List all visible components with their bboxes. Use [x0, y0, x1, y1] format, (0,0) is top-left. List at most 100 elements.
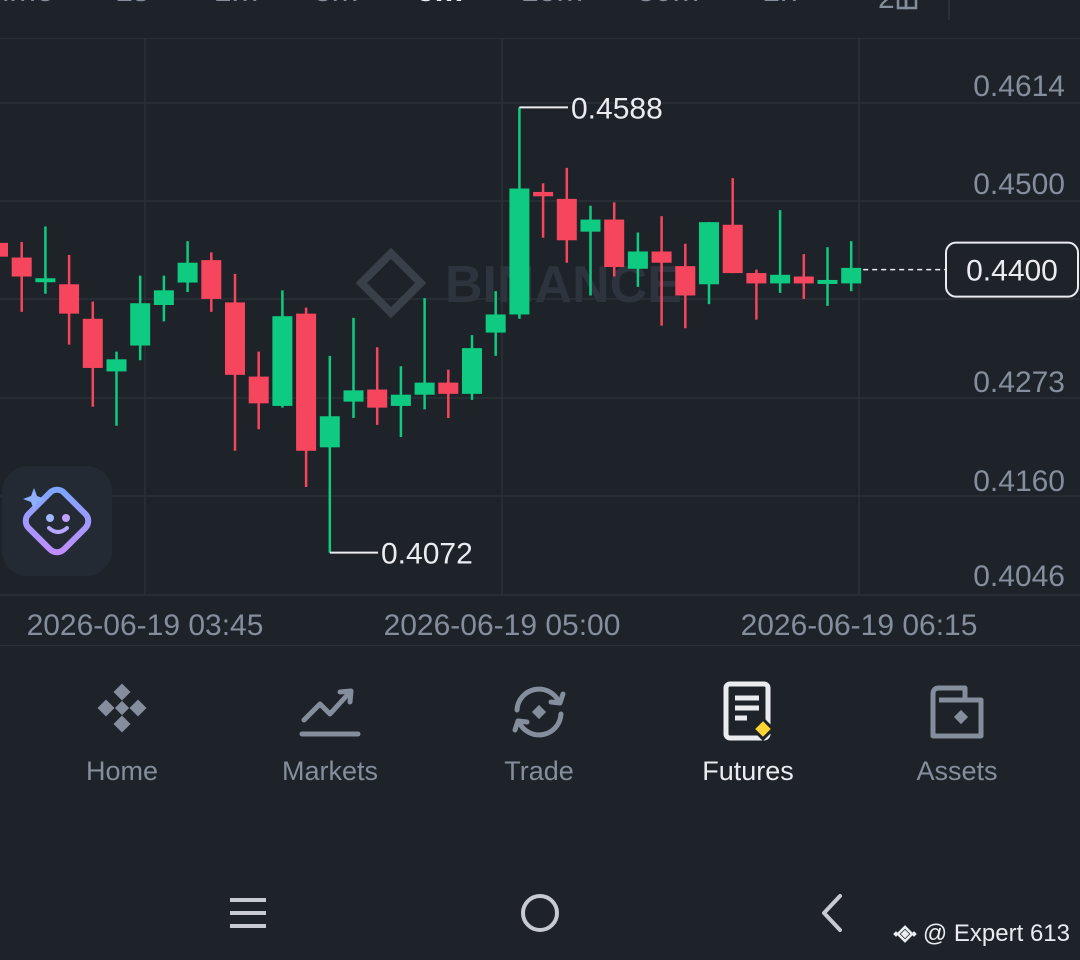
candle-body — [817, 279, 838, 284]
nav-futures[interactable]: Futures — [668, 680, 828, 800]
chart-divider — [0, 645, 1080, 646]
ai-assistant-button[interactable] — [2, 466, 112, 576]
y-tick-label: 0.4614 — [973, 70, 1065, 103]
candle — [35, 226, 56, 294]
candle — [130, 275, 151, 361]
tab-1h[interactable]: 1h — [762, 0, 798, 9]
candle — [438, 369, 459, 418]
back-arrow-icon[interactable] — [802, 880, 862, 940]
candle-body — [11, 257, 32, 277]
x-tick-label: 2026-06-19 06:15 — [741, 609, 978, 642]
candle — [153, 275, 174, 322]
candle-body — [177, 262, 198, 283]
candle-body — [793, 276, 814, 284]
candle-body — [651, 251, 672, 263]
nav-markets[interactable]: Markets — [250, 680, 410, 800]
nav-assets[interactable]: Assets — [877, 680, 1037, 800]
candlestick-chart[interactable]: BINANCE 0.46140.45000.42730.41600.4046 2… — [0, 0, 1080, 645]
timeframe-tabs: ime 1s 1m 3m 5m 15m 30m 1h 2 — [0, 0, 1080, 39]
candle-body — [841, 267, 862, 284]
chart-trend-icon — [299, 688, 361, 737]
trade-swap-icon — [512, 686, 566, 738]
candle-body — [343, 390, 364, 402]
tab-3m[interactable]: 3m — [314, 0, 358, 9]
y-tick-label: 0.4160 — [973, 465, 1065, 498]
candle — [319, 355, 340, 553]
binance-logo-icon — [893, 925, 917, 943]
nav-label-home: Home — [85, 756, 159, 786]
tab-time[interactable]: ime — [2, 0, 54, 9]
candle-body — [485, 314, 506, 333]
candle — [722, 178, 743, 274]
candle — [225, 273, 245, 451]
candle-body — [153, 290, 174, 305]
candle — [11, 242, 32, 312]
tabs-divider — [948, 0, 950, 20]
candle-body — [319, 416, 340, 448]
candle — [296, 307, 317, 488]
candle — [793, 254, 814, 299]
candle-body — [82, 318, 103, 368]
candle — [0, 242, 8, 257]
candle — [556, 167, 577, 263]
low-price-label: 0.4072 — [381, 538, 473, 571]
ai-assistant-icon — [22, 486, 92, 556]
candle — [59, 254, 80, 345]
candle — [699, 222, 719, 305]
nav-label-assets: Assets — [916, 756, 998, 786]
candle-body — [746, 273, 767, 284]
candle-body — [59, 284, 80, 314]
candle-body — [604, 219, 625, 268]
candle — [272, 290, 293, 408]
candle — [106, 351, 127, 426]
candle — [201, 252, 222, 312]
candle-body — [248, 376, 269, 404]
candle-body — [533, 191, 554, 197]
candle-body — [556, 198, 577, 241]
candle-body — [225, 302, 245, 375]
candle-body — [35, 278, 56, 283]
candle — [841, 241, 862, 292]
x-tick-label: 2026-06-19 05:00 — [384, 609, 621, 642]
current-price-label: 0.4400 — [966, 255, 1058, 288]
tab-15m[interactable]: 15m — [521, 0, 583, 9]
layout-grid-icon[interactable]: 2 — [878, 0, 918, 14]
nav-home[interactable]: Home — [42, 680, 202, 800]
candle-body — [462, 348, 482, 394]
candle — [746, 269, 767, 320]
tab-5m[interactable]: 5m — [417, 0, 463, 9]
nav-label-trade: Trade — [504, 756, 574, 786]
svg-text:2: 2 — [878, 0, 895, 14]
candle-body — [580, 219, 601, 232]
home-circle-icon[interactable] — [510, 880, 570, 940]
candle-body — [414, 382, 435, 395]
bottom-navigation: Home Markets Trade Futures Assets — [0, 650, 1080, 840]
candle — [367, 347, 388, 425]
tab-1m[interactable]: 1m — [214, 0, 258, 9]
candle-body — [106, 359, 127, 372]
candle — [509, 107, 530, 319]
menu-icon[interactable] — [218, 880, 278, 940]
candle-body — [390, 394, 411, 406]
candle-body — [627, 251, 648, 269]
candle-body — [367, 389, 388, 408]
candle — [343, 317, 364, 418]
y-tick-label: 0.4046 — [973, 560, 1065, 593]
nav-trade[interactable]: Trade — [459, 680, 619, 800]
candle-body — [675, 266, 696, 296]
candle-body — [0, 242, 8, 257]
futures-document-icon — [723, 681, 776, 742]
candle-body — [699, 222, 719, 285]
user-watermark: @ Expert 613 — [891, 920, 1070, 948]
candle-body — [272, 316, 293, 406]
candle — [770, 210, 791, 293]
candle — [390, 366, 411, 437]
tab-1s[interactable]: 1s — [115, 0, 149, 9]
candle-body — [770, 274, 791, 284]
y-tick-label: 0.4500 — [973, 168, 1065, 201]
candle — [248, 351, 269, 430]
candle-body — [130, 303, 151, 346]
candle — [462, 335, 482, 400]
high-price-label: 0.4588 — [571, 92, 663, 125]
tab-30m[interactable]: 30m — [637, 0, 699, 9]
